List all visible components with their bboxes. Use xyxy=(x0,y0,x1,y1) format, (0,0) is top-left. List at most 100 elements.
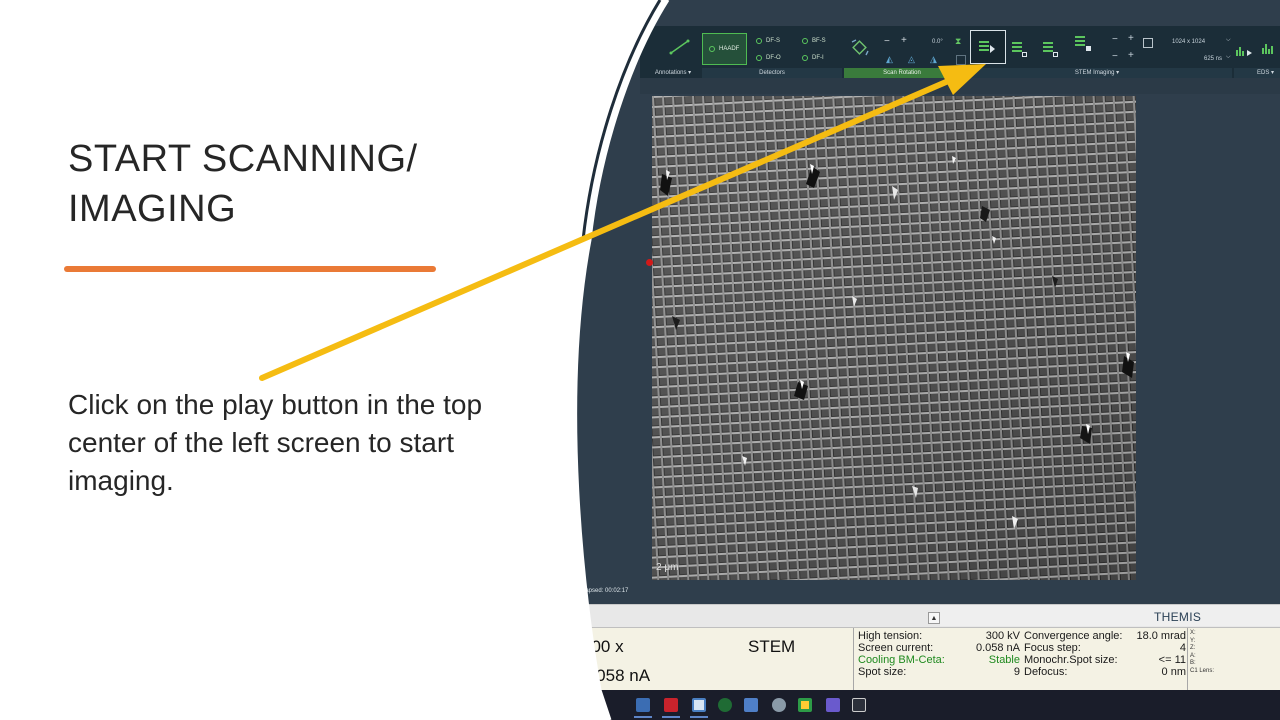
df-s-detector[interactable]: DF-S xyxy=(766,38,780,44)
toolbar-group-labels: Annotations ▾ Detectors Scan Rotation ST… xyxy=(640,68,1280,78)
green-app-icon[interactable] xyxy=(718,698,732,712)
document-icon[interactable] xyxy=(744,698,758,712)
satellite-icon[interactable] xyxy=(772,698,786,712)
axis-b-label: B: xyxy=(1190,660,1196,666)
axis-a-label: A: xyxy=(1190,652,1196,659)
rotation-value[interactable]: 0.0° xyxy=(932,39,943,45)
app-icon-tem[interactable] xyxy=(664,698,678,712)
slide-title: START SCANNING/ IMAGING xyxy=(68,134,488,234)
record-icon[interactable] xyxy=(1075,36,1085,48)
status-divider xyxy=(853,628,854,690)
slide-title-line1: START SCANNING/ xyxy=(68,138,418,180)
eds-menu[interactable]: EDS ▾ xyxy=(1234,68,1280,78)
operating-mode: STEM xyxy=(748,637,796,656)
stage-axes: X: Y: Z: A: B: C1 Lens: xyxy=(1190,630,1214,675)
rotation-lock-icon[interactable]: ⧗ xyxy=(955,35,961,47)
spot-size-value: 9 xyxy=(1013,666,1020,678)
spot-size-label: Spot size: xyxy=(858,666,907,678)
rotation-minus-button[interactable]: − xyxy=(884,36,890,47)
detectors-label: Detectors xyxy=(702,68,842,78)
status-divider-2 xyxy=(1187,628,1188,690)
annotation-line-icon[interactable] xyxy=(668,38,692,56)
resolution-select[interactable]: 1024 x 1024 xyxy=(1172,39,1205,45)
scale-bar-label: 2 μm xyxy=(656,562,679,573)
themis-logo: THEMIS xyxy=(1154,610,1202,624)
monochr-spot-value: <= 11 xyxy=(1158,654,1186,666)
rotate-left-icon[interactable]: ◭ xyxy=(886,53,893,65)
cooling-value: Stable xyxy=(988,654,1020,666)
screen-current-value: 0.058 nA xyxy=(975,642,1020,654)
acquire-square-icon xyxy=(1053,52,1058,57)
time-elapsed: me Elapsed: 00:02:17 xyxy=(570,588,629,594)
tool-icon[interactable] xyxy=(852,698,866,712)
detector-on-icon xyxy=(709,46,715,52)
dwell-chevron-down-icon[interactable]: ⌵ xyxy=(1226,54,1231,61)
scan-area-icon[interactable] xyxy=(956,55,966,65)
df-i-detector[interactable]: DF-I xyxy=(812,55,824,61)
magnification-value: 000 x xyxy=(582,637,624,656)
stem-image-viewer[interactable] xyxy=(652,96,1136,580)
taskbar-active-1 xyxy=(634,716,652,718)
axis-y-label: Y: xyxy=(1190,637,1196,644)
axis-z-label: Z: xyxy=(1190,645,1196,651)
brand-bar xyxy=(940,605,1280,626)
haadf-detector-button[interactable]: HAADF xyxy=(702,33,747,65)
focus-step-label: Focus step: xyxy=(1024,642,1081,654)
eds-play-icon[interactable] xyxy=(1236,44,1254,58)
convergence-angle-value: 18.0 mrad xyxy=(1136,630,1186,642)
panel-scroll-up-button[interactable]: ▲ xyxy=(928,612,940,624)
eds-spectrum-icon[interactable] xyxy=(1262,40,1280,56)
color-grid-icon[interactable] xyxy=(798,698,812,712)
single-scan-icon[interactable] xyxy=(1012,42,1022,54)
taskbar-active-3 xyxy=(690,716,708,718)
haadf-label: HAADF xyxy=(719,46,740,52)
taskbar-active-2 xyxy=(662,716,680,718)
rotation-plus-button[interactable]: + xyxy=(901,35,907,46)
scan-rotation-icon[interactable] xyxy=(850,38,870,58)
stem-plus-button[interactable]: + xyxy=(1128,33,1134,44)
app-icon-1[interactable] xyxy=(636,698,650,712)
record-square-icon xyxy=(1086,46,1091,51)
title-underline xyxy=(64,266,436,272)
stem-grid-image xyxy=(652,96,1136,580)
bf-s-ring-icon xyxy=(802,38,808,44)
slide-instruction: Click on the play button in the top cent… xyxy=(68,389,483,496)
axis-x-label: X: xyxy=(1190,630,1196,636)
stem-minus-button[interactable]: − xyxy=(1112,34,1118,45)
c1-lens-label: C1 Lens: xyxy=(1190,667,1215,674)
df-o-ring-icon xyxy=(756,55,762,61)
cursor-marker xyxy=(646,259,653,266)
high-tension-label: High tension: xyxy=(858,630,923,642)
stop-square-icon xyxy=(1022,52,1027,57)
ribbon-spacer xyxy=(640,78,1280,94)
play-icon xyxy=(990,45,995,53)
convergence-angle-label: Convergence angle: xyxy=(1024,630,1123,642)
defocus-value: 0 nm xyxy=(1161,666,1186,678)
scan-rotation-label: Scan Rotation xyxy=(844,68,960,78)
dwell-time-select[interactable]: 625 ns xyxy=(1204,56,1222,62)
df-o-detector[interactable]: DF-O xyxy=(766,55,781,61)
time-strip xyxy=(560,584,1280,604)
frame-checkbox[interactable] xyxy=(1143,38,1153,48)
rotate-right-icon[interactable]: ◮ xyxy=(930,53,937,65)
defocus-label: Defocus: xyxy=(1024,666,1068,678)
bf-s-detector[interactable]: BF-S xyxy=(812,38,826,44)
stem-imaging-menu[interactable]: STEM Imaging ▾ xyxy=(962,68,1232,78)
stem-plus-button-2[interactable]: + xyxy=(1128,50,1134,61)
focus-step-value: 4 xyxy=(1179,642,1186,654)
microscope-screenshot: HAADF DF-S DF-O BF-S DF-I − + 0.0° ⧗ ◭ ◬… xyxy=(0,0,1280,720)
acquire-icon[interactable] xyxy=(1043,42,1053,54)
screen-current-large: 0.058 nA xyxy=(582,666,651,685)
df-i-ring-icon xyxy=(802,55,808,61)
stem-minus-button-2[interactable]: − xyxy=(1112,51,1118,62)
annotations-menu[interactable]: Annotations ▾ xyxy=(650,68,696,78)
start-scan-play-button[interactable] xyxy=(970,30,1006,64)
slide-title-line2: IMAGING xyxy=(68,188,237,230)
resolution-chevron-down-icon[interactable]: ⌵ xyxy=(1226,37,1231,44)
window-icon[interactable] xyxy=(692,698,706,712)
df-s-ring-icon xyxy=(756,38,762,44)
rotate-reset-icon[interactable]: ◬ xyxy=(908,53,915,65)
high-tension-value: 300 kV xyxy=(985,630,1020,642)
network-icon[interactable] xyxy=(826,698,840,712)
monochr-spot-label: Monochr.Spot size: xyxy=(1024,654,1118,666)
